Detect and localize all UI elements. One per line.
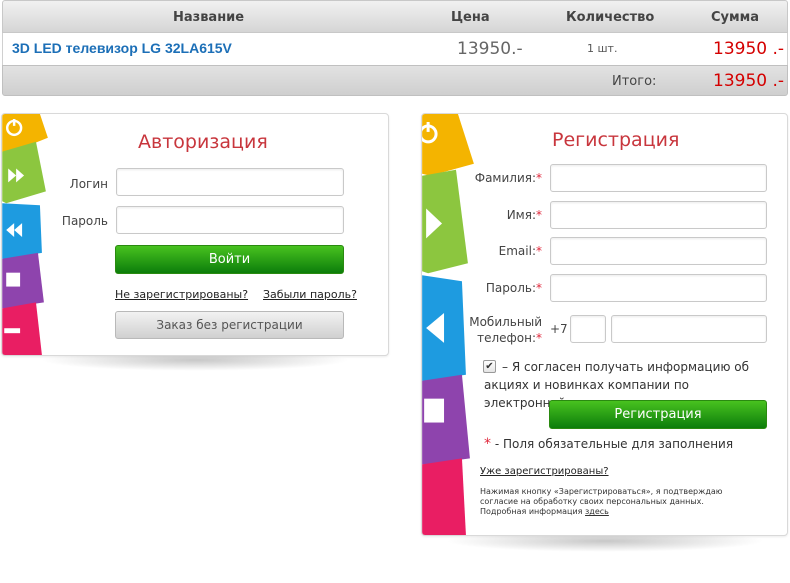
name-label: Имя:*	[506, 208, 542, 222]
decorative-tiles	[2, 114, 48, 355]
cart-table: Название Цена Количество Сумма 3D LED те…	[0, 0, 790, 96]
phone-country-prefix: +7	[550, 322, 568, 336]
guest-order-button[interactable]: Заказ без регистрации	[115, 311, 344, 339]
auth-title: Авторизация	[138, 131, 268, 153]
register-button[interactable]: Регистрация	[549, 400, 767, 429]
required-mark: *	[536, 208, 542, 222]
auth-panel: Авторизация Логин Пароль Войти Не зареги…	[1, 113, 389, 356]
forgot-password-link[interactable]: Забыли пароль?	[263, 288, 357, 301]
login-input[interactable]	[116, 168, 344, 196]
stop-icon	[422, 374, 470, 465]
required-mark: *	[536, 281, 542, 295]
pink-tile	[422, 458, 466, 535]
product-sum: 13950 .-	[713, 39, 785, 59]
required-fields-note: * - Поля обязательные для заполнения	[484, 436, 734, 452]
cart-item-row: 3D LED телевизор LG 32LA615V 13950.- 1 ш…	[2, 33, 788, 65]
product-name-link[interactable]: 3D LED телевизор LG 32LA615V	[12, 40, 232, 56]
total-value: 13950 .-	[713, 71, 785, 91]
product-quantity: 1 шт.	[587, 42, 618, 55]
minus-icon	[2, 302, 42, 355]
cart-header-row: Название Цена Количество Сумма	[2, 0, 788, 33]
total-label: Итого:	[612, 74, 657, 89]
registration-title: Регистрация	[552, 129, 680, 151]
phone-label: Мобильный телефон:*	[469, 315, 542, 345]
product-price: 13950.-	[457, 39, 523, 59]
fast-forward-icon	[2, 141, 46, 204]
consent-text: Нажимая кнопку «Зарегистрироваться», я п…	[480, 487, 723, 516]
column-header-sum: Сумма	[711, 10, 760, 25]
column-header-quantity: Количество	[566, 10, 655, 25]
power-icon	[422, 114, 474, 176]
name-input[interactable]	[550, 201, 767, 229]
reg-password-input[interactable]	[550, 274, 767, 302]
surname-input[interactable]	[550, 164, 767, 192]
column-header-name: Название	[173, 10, 245, 25]
stop-icon	[2, 252, 44, 309]
email-input[interactable]	[550, 237, 767, 265]
email-label: Email:*	[498, 244, 542, 258]
phone-code-input[interactable]	[570, 315, 606, 343]
phone-number-input[interactable]	[611, 315, 767, 343]
reg-password-label: Пароль:*	[485, 281, 542, 295]
surname-label: Фамилия:*	[474, 171, 542, 185]
login-label: Логин	[69, 177, 108, 191]
password-label: Пароль	[61, 214, 108, 228]
not-registered-link[interactable]: Не зарегистрированы?	[115, 288, 248, 301]
already-registered-link[interactable]: Уже зарегистрированы?	[480, 466, 609, 477]
required-mark: *	[536, 171, 542, 185]
required-mark: *	[536, 244, 542, 258]
registration-panel: Регистрация Фамилия:* Имя:* Email:* Паро…	[421, 113, 788, 536]
rewind-icon	[2, 203, 42, 259]
back-icon	[422, 275, 466, 381]
cart-total-row: Итого: 13950 .-	[2, 65, 788, 96]
password-input[interactable]	[116, 206, 344, 234]
consent-details-link[interactable]: здесь	[585, 507, 609, 516]
login-button[interactable]: Войти	[115, 245, 344, 274]
column-header-price: Цена	[451, 10, 490, 25]
required-mark: *	[536, 331, 542, 345]
